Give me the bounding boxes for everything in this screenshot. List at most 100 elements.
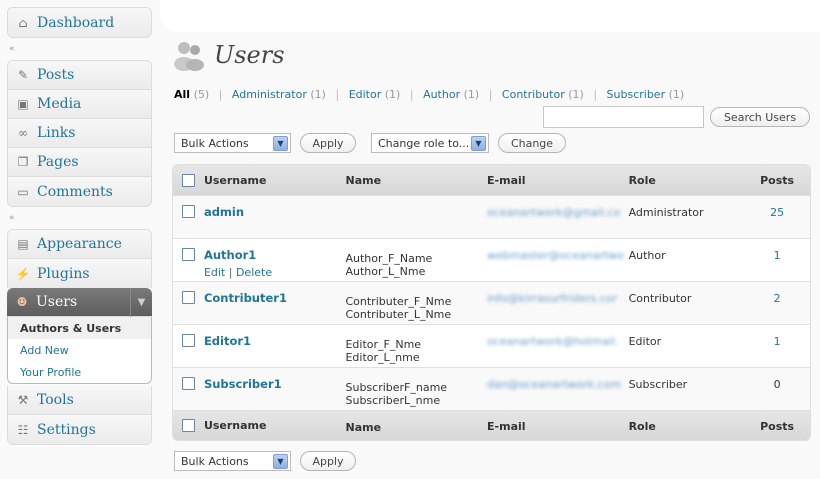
chevron-down-icon: ▼: [273, 136, 288, 151]
username-link[interactable]: Author1: [204, 248, 346, 262]
menu-comments[interactable]: ▭ Comments: [8, 177, 151, 206]
last-name: Author_L_Nme: [345, 265, 426, 278]
table-row: Subscriber1 SubscriberF_name SubscriberL_…: [173, 367, 810, 410]
filter-author[interactable]: Author: [423, 88, 460, 101]
bulk-actions-select[interactable]: Bulk Actions ▼: [174, 133, 291, 153]
col-posts: Posts: [760, 173, 795, 187]
role-filters: All (5) | Administrator (1) | Editor (1)…: [174, 88, 685, 101]
change-role-select[interactable]: Change role to... ▼: [371, 133, 489, 153]
delete-link[interactable]: Delete: [236, 266, 272, 279]
menu-tools[interactable]: ⚒ Tools: [8, 386, 151, 415]
col-email: E-mail: [487, 419, 526, 433]
filter-contributor[interactable]: Contributor: [502, 88, 565, 101]
email-link[interactable]: oceanartwork@hotmail.: [487, 335, 629, 348]
chevron-down-icon: ▼: [273, 454, 288, 469]
table-row: Editor1 Editor_F_Nme Editor_L_nme oceanar…: [173, 324, 810, 367]
apply-button-bottom[interactable]: Apply: [300, 451, 356, 471]
menu-pages[interactable]: ❐ Pages: [8, 148, 151, 177]
username-link[interactable]: admin: [204, 205, 244, 219]
col-role: Role: [628, 419, 656, 433]
menu-posts[interactable]: ✎ Posts: [8, 61, 151, 90]
filter-administrator[interactable]: Administrator: [232, 88, 307, 101]
filter-subscriber[interactable]: Subscriber: [607, 88, 666, 101]
col-username: Username: [203, 173, 267, 187]
row-checkbox[interactable]: [182, 205, 195, 218]
menu-users[interactable]: ☻ Users ▼: [7, 288, 152, 317]
username-link[interactable]: Editor1: [204, 334, 251, 348]
posts-count: 0: [773, 378, 781, 391]
menu-links[interactable]: ∞ Links: [8, 119, 151, 148]
email-link[interactable]: oceanartwork@gmail.co: [487, 206, 629, 219]
chevron-down-icon: ▼: [471, 136, 486, 151]
users-icon: [174, 42, 204, 71]
table-row: Contributer1 Contributer_F_Nme Contribute…: [173, 281, 810, 324]
username-link[interactable]: Subscriber1: [204, 377, 282, 391]
posts-count-link[interactable]: 25: [770, 206, 784, 219]
first-name: Editor_F_Nme: [345, 338, 422, 351]
table-header: Username Name E-mail Role Posts: [173, 165, 810, 195]
users-submenu: Authors & Users Add New Your Profile: [7, 317, 152, 384]
last-name: Editor_L_nme: [345, 351, 420, 364]
users-icon: ☻: [16, 295, 28, 309]
email-link[interactable]: dan@oceanartwork.com: [487, 378, 629, 391]
admin-sidebar: ⌂ Dashboard « ✎ Posts ▣ Media ∞ Links ❐ …: [7, 7, 152, 445]
search-input[interactable]: [543, 106, 704, 128]
menu-separator[interactable]: «: [7, 207, 152, 229]
posts-count-link[interactable]: 1: [774, 335, 781, 348]
role-cell: Contributor: [628, 292, 692, 305]
first-name: Contributer_F_Nme: [345, 295, 452, 308]
filter-all[interactable]: All: [174, 88, 190, 101]
submenu-authors-users[interactable]: Authors & Users: [8, 317, 151, 339]
menu-media[interactable]: ▣ Media: [8, 90, 151, 119]
menu-settings[interactable]: ☷ Settings: [8, 415, 151, 444]
menu-appearance[interactable]: ▤ Appearance: [8, 230, 151, 259]
pages-icon: ❐: [17, 155, 29, 169]
role-cell: Author: [628, 249, 666, 262]
settings-icon: ☷: [17, 422, 29, 437]
role-cell: Editor: [628, 335, 662, 348]
tools-icon: ⚒: [17, 393, 29, 407]
posts-count-link[interactable]: 2: [774, 292, 781, 305]
submenu-your-profile[interactable]: Your Profile: [8, 361, 151, 383]
col-name: Name: [345, 173, 382, 187]
email-link[interactable]: webmaster@oceanartwo: [487, 249, 629, 262]
filter-editor[interactable]: Editor: [349, 88, 382, 101]
col-username: Username: [203, 419, 267, 432]
username-link[interactable]: Contributer1: [204, 291, 287, 305]
row-actions: Edit | Delete: [203, 266, 273, 279]
top-bar: [160, 0, 820, 32]
select-all-checkbox[interactable]: [182, 173, 195, 187]
role-cell: Subscriber: [628, 378, 688, 391]
role-cell: Administrator: [628, 206, 704, 219]
change-button[interactable]: Change: [498, 133, 566, 153]
row-checkbox[interactable]: [182, 377, 195, 390]
first-name: SubscriberF_name: [345, 381, 448, 394]
submenu-add-new[interactable]: Add New: [8, 339, 151, 361]
link-icon: ∞: [18, 126, 28, 140]
page-header: Users: [172, 38, 285, 72]
chevron-down-icon[interactable]: ▼: [130, 288, 152, 317]
house-icon: ⌂: [18, 15, 28, 30]
posts-count-link[interactable]: 1: [774, 249, 781, 262]
first-name: Author_F_Name: [345, 252, 433, 265]
col-role: Role: [628, 173, 656, 187]
search-users-button[interactable]: Search Users: [710, 107, 810, 127]
comment-icon: ▭: [17, 184, 29, 199]
menu-separator[interactable]: «: [7, 38, 152, 60]
email-link[interactable]: info@kirrasurfriders.cor: [487, 292, 629, 305]
select-all-checkbox[interactable]: [182, 419, 195, 432]
apply-button[interactable]: Apply: [300, 133, 356, 153]
row-checkbox[interactable]: [182, 248, 195, 261]
bulk-actions-select-bottom[interactable]: Bulk Actions ▼: [174, 451, 291, 471]
row-checkbox[interactable]: [182, 334, 195, 347]
menu-dashboard[interactable]: ⌂ Dashboard: [8, 8, 151, 37]
row-checkbox[interactable]: [182, 291, 195, 304]
menu-plugins[interactable]: ⚡ Plugins: [8, 259, 151, 288]
col-posts: Posts: [760, 419, 795, 433]
edit-link[interactable]: Edit: [204, 266, 225, 279]
pin-icon: ✎: [17, 68, 29, 82]
table-row: Author1 Edit | Delete Author_F_Name Autho…: [173, 238, 810, 281]
media-icon: ▣: [17, 97, 29, 111]
page-title: Users: [214, 41, 285, 69]
users-table: Username Name E-mail Role Posts admin oc…: [172, 164, 811, 441]
